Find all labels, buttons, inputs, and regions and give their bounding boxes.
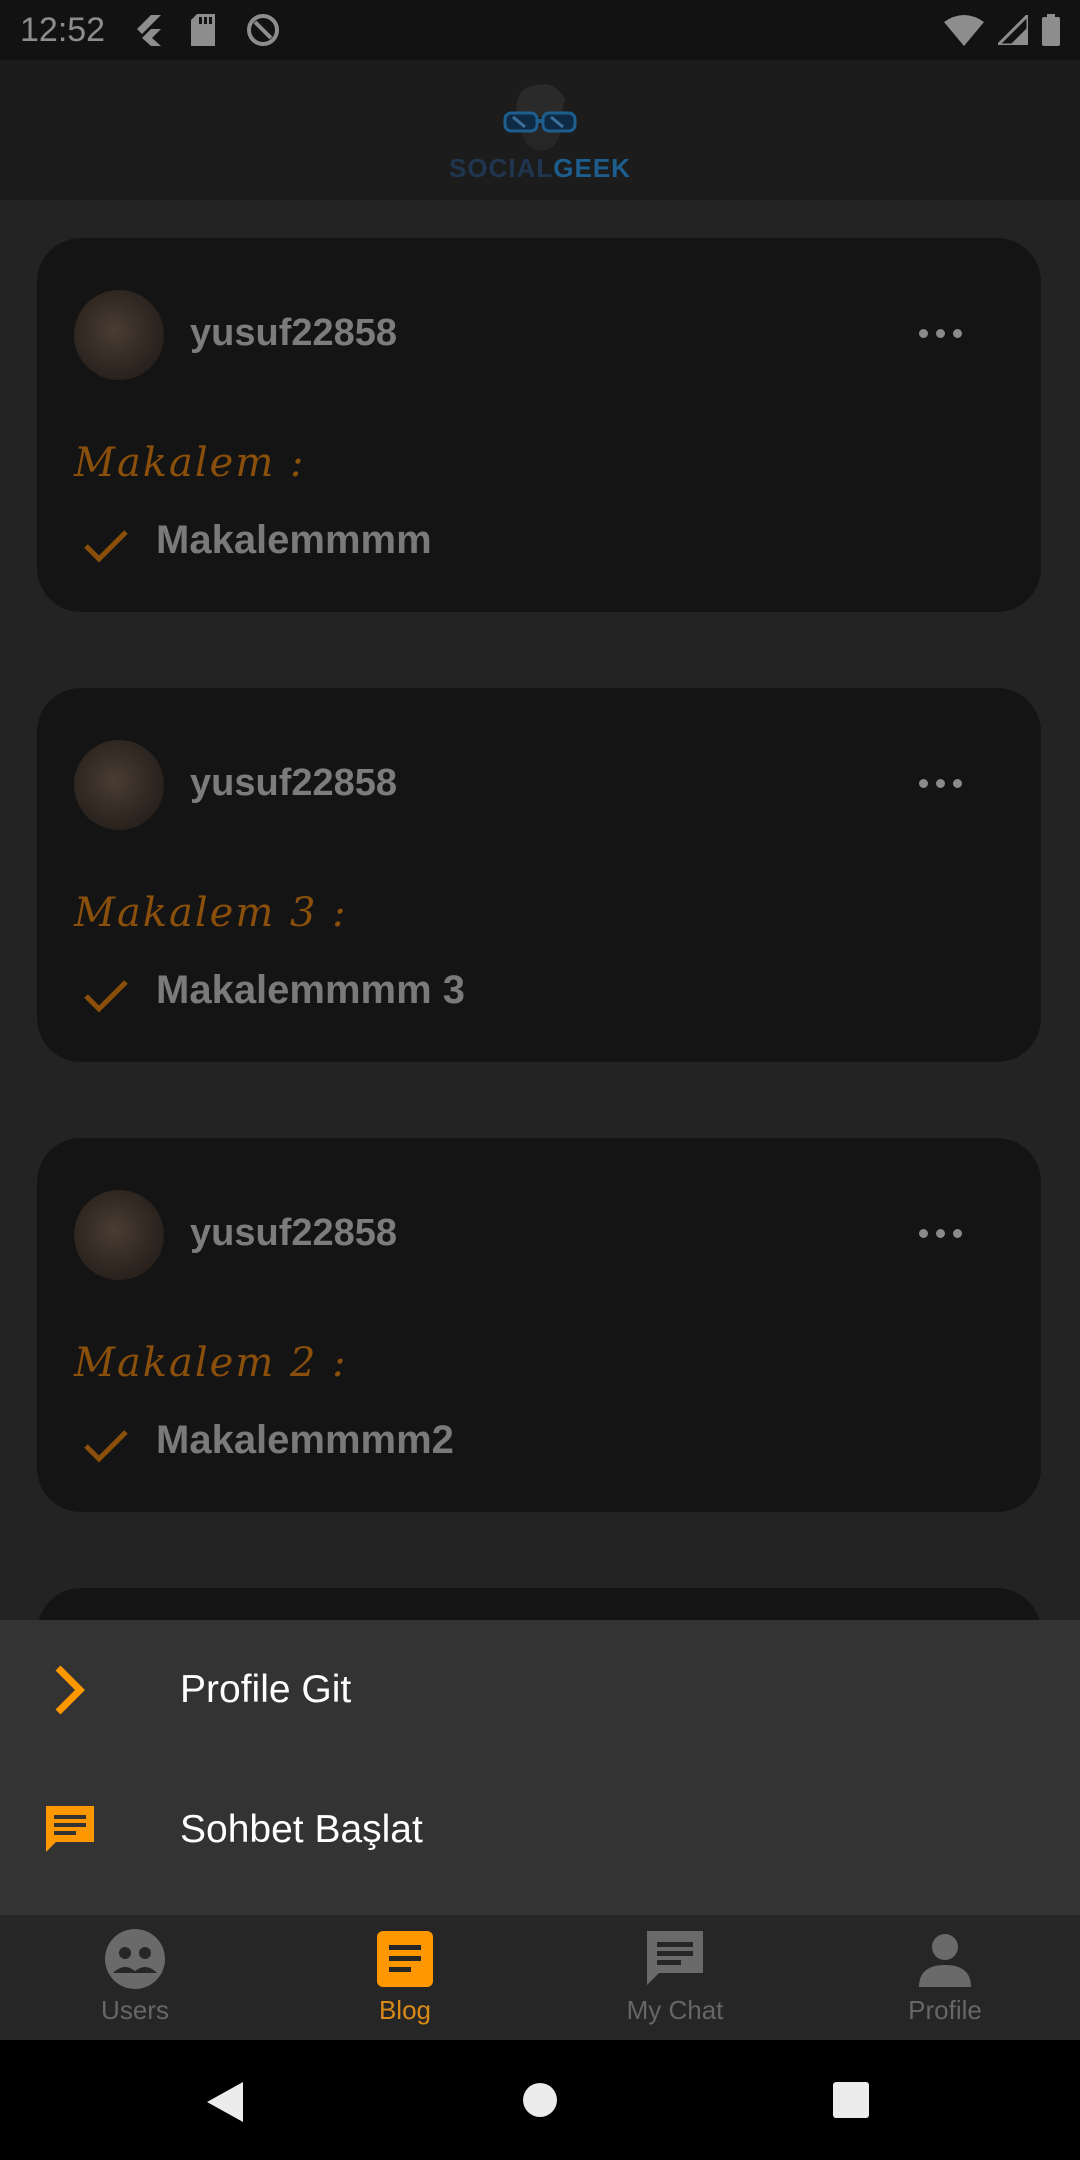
geek-mascot-icon — [503, 83, 577, 151]
avatar[interactable] — [74, 740, 164, 830]
more-options-button[interactable] — [919, 318, 969, 348]
nav-users[interactable]: Users — [0, 1915, 270, 2040]
sohbet-baslat-option[interactable]: Sohbet Başlat — [0, 1760, 1080, 1900]
home-icon[interactable] — [522, 2082, 558, 2118]
nav-my-chat-label: My Chat — [626, 1995, 724, 2025]
logo-text-social: SOCIAL — [449, 152, 554, 183]
check-icon — [84, 530, 128, 563]
more-options-button[interactable] — [919, 1218, 969, 1248]
system-navigation-bar — [0, 2040, 1080, 2160]
status-time: 12:52 — [20, 10, 106, 49]
post-card[interactable]: yusuf22858 Makalem 3 : Makalemmmm 3 — [37, 688, 1041, 1062]
person-icon — [919, 1934, 971, 1987]
profile-git-label: Profile Git — [180, 1668, 352, 1711]
post-title: Makalem 2 : — [74, 1340, 348, 1386]
check-icon — [84, 1430, 128, 1463]
post-title: Makalem 3 : — [74, 890, 348, 936]
avatar[interactable] — [74, 1190, 164, 1280]
signal-icon — [998, 15, 1028, 45]
nav-blog-label: Blog — [378, 1995, 432, 2025]
post-body: Makalemmmm — [156, 518, 432, 562]
app-logo: SOCIALGEEK — [449, 77, 631, 184]
post-body: Makalemmmm 3 — [156, 968, 466, 1012]
recents-icon[interactable] — [833, 2082, 869, 2118]
post-title: Makalem : — [74, 440, 306, 486]
chevron-right-icon — [55, 1665, 85, 1715]
flutter-icon — [137, 15, 162, 46]
status-bar: 12:52 — [0, 0, 1080, 60]
data-saver-icon — [247, 14, 280, 46]
avatar[interactable] — [74, 290, 164, 380]
nav-profile[interactable]: Profile — [810, 1915, 1080, 2040]
post-card[interactable] — [37, 1588, 1041, 1620]
post-body: Makalemmmm2 — [156, 1418, 454, 1462]
battery-icon — [1042, 14, 1060, 46]
bottom-navigation: Users Blog My Chat Profile — [0, 1915, 1080, 2040]
bottom-sheet: Profile Git Sohbet Başlat — [0, 1620, 1080, 1915]
article-icon — [377, 1931, 433, 1987]
logo-text-geek: GEEK — [553, 152, 631, 183]
nav-blog[interactable]: Blog — [270, 1915, 540, 2040]
back-icon[interactable] — [205, 2080, 245, 2124]
wifi-icon — [944, 15, 984, 46]
users-icon — [105, 1929, 165, 1989]
app-bar: SOCIALGEEK — [0, 60, 1080, 200]
sd-card-icon — [191, 14, 216, 46]
nav-my-chat[interactable]: My Chat — [540, 1915, 810, 2040]
post-card[interactable]: yusuf22858 Makalem : Makalemmmm — [37, 238, 1041, 612]
post-username: yusuf22858 — [190, 762, 398, 804]
more-options-button[interactable] — [919, 768, 969, 798]
check-icon — [84, 980, 128, 1013]
sohbet-baslat-label: Sohbet Başlat — [180, 1808, 423, 1851]
chat-icon — [46, 1806, 94, 1852]
post-username: yusuf22858 — [190, 312, 398, 354]
profile-git-option[interactable]: Profile Git — [0, 1620, 1080, 1760]
post-card[interactable]: yusuf22858 Makalem 2 : Makalemmmm2 — [37, 1138, 1041, 1512]
nav-profile-label: Profile — [908, 1995, 982, 2025]
blog-feed[interactable]: yusuf22858 Makalem : Makalemmmm yusuf228… — [0, 200, 1080, 1620]
chat-bubble-icon — [647, 1931, 703, 1985]
logo-text: SOCIALGEEK — [449, 153, 631, 184]
post-username: yusuf22858 — [190, 1212, 398, 1254]
nav-users-label: Users — [101, 1995, 169, 2025]
